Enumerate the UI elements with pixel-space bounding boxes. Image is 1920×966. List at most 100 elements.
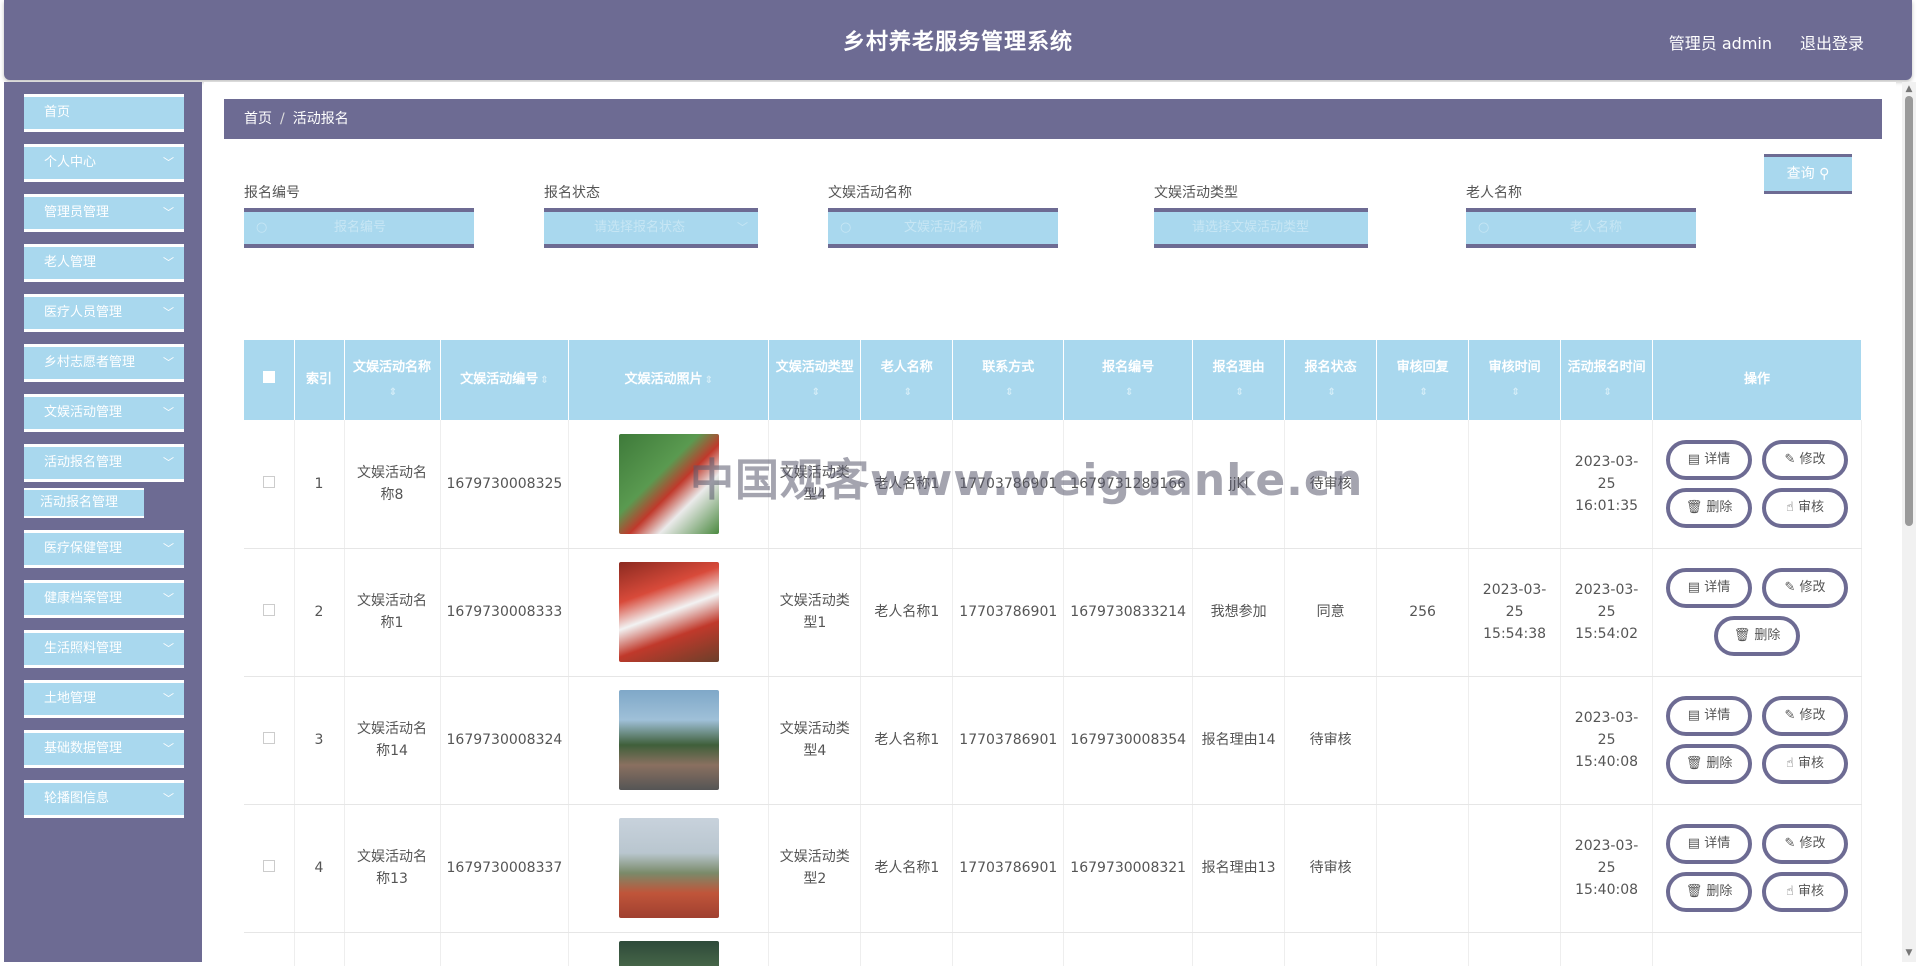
header-label: 文娱活动名称 xyxy=(352,359,431,375)
review-button[interactable]: ☝ 审核 xyxy=(1762,487,1849,528)
row-checkbox[interactable] xyxy=(262,860,275,872)
row-select[interactable] xyxy=(244,420,295,549)
activity-photo-image[interactable] xyxy=(618,940,719,966)
row-checkbox[interactable] xyxy=(262,475,275,488)
query-button-label: 查询 xyxy=(1786,166,1815,182)
sort-icon[interactable]: ⇕ xyxy=(389,387,397,398)
sort-icon[interactable]: ⇕ xyxy=(812,387,820,398)
sidebar-item-life-care[interactable]: 生活照料管理 ﹀ xyxy=(24,630,184,668)
cell-signup-time: 2023-03-25 15:54:02 xyxy=(1560,548,1654,677)
header-review-time[interactable]: 审核时间 ⇕ xyxy=(1468,340,1562,420)
edit-button[interactable]: ✎ 修改 xyxy=(1762,568,1849,608)
edit-button[interactable]: ✎ 修改 xyxy=(1762,696,1849,736)
header-review-reply[interactable]: 审核回复 ⇕ xyxy=(1376,340,1470,420)
filter-label: 文娱活动名称 xyxy=(828,185,912,201)
delete-button[interactable]: 🗑 删除 xyxy=(1666,744,1753,784)
delete-button[interactable]: 🗑 删除 xyxy=(1714,616,1801,656)
filter-signup-no: 报名编号 ○ 报名编号 xyxy=(244,182,474,248)
header-activity-type[interactable]: 文娱活动类型 ⇕ xyxy=(768,340,862,420)
elder-name-input[interactable]: ○ 老人名称 xyxy=(1466,208,1696,248)
row-select[interactable] xyxy=(244,932,295,966)
sidebar-item-admin-management[interactable]: 管理员管理 ﹀ xyxy=(24,194,184,232)
review-button[interactable]: ☝ 审核 xyxy=(1762,744,1849,784)
sort-icon[interactable]: ⇕ xyxy=(1511,387,1519,398)
sidebar-item-healthcare[interactable]: 医疗保健管理 ﹀ xyxy=(24,530,184,568)
sidebar-item-volunteer[interactable]: 乡村志愿者管理 ﹀ xyxy=(24,344,184,382)
sidebar-item-home[interactable]: 首页 xyxy=(24,94,184,132)
cell-ops xyxy=(1652,932,1862,966)
cell-review-time xyxy=(1468,932,1562,966)
sidebar-item-label: 健康档案管理 xyxy=(44,591,123,606)
header-select-all[interactable] xyxy=(244,340,295,420)
detail-button[interactable]: ▤ 详情 xyxy=(1666,824,1753,864)
header-reason[interactable]: 报名理由 ⇕ xyxy=(1192,340,1286,420)
scroll-down-arrow-icon[interactable]: ▼ xyxy=(1904,948,1914,958)
activity-photo-image[interactable] xyxy=(618,562,719,662)
cell-index: 2 xyxy=(294,548,345,677)
sidebar-item-base-data[interactable]: 基础数据管理 ﹀ xyxy=(24,730,184,768)
edit-button[interactable]: ✎ 修改 xyxy=(1762,439,1849,480)
sidebar-subitem-signup-management[interactable]: 活动报名管理 xyxy=(24,488,144,518)
sort-icon[interactable]: ⇕ xyxy=(705,375,713,386)
sort-icon[interactable]: ⇕ xyxy=(1005,387,1013,398)
sidebar-item-land[interactable]: 土地管理 ﹀ xyxy=(24,680,184,718)
header-activity-no[interactable]: 文娱活动编号 ⇕ xyxy=(440,340,570,420)
row-checkbox[interactable] xyxy=(262,732,275,744)
sidebar-item-health-records[interactable]: 健康档案管理 ﹀ xyxy=(24,580,184,618)
cell-activity-photo xyxy=(568,676,770,805)
detail-button[interactable]: ▤ 详情 xyxy=(1666,696,1753,736)
header-activity-photo[interactable]: 文娱活动照片 ⇕ xyxy=(568,340,770,420)
row-select[interactable] xyxy=(244,676,295,805)
activity-name-input[interactable]: ○ 文娱活动名称 xyxy=(828,208,1058,248)
sort-icon[interactable]: ⇕ xyxy=(1419,387,1427,398)
sort-icon[interactable]: ⇕ xyxy=(1125,387,1133,398)
table-row: 4 文娱活动名称13 1679730008337 文娱活动类型2 老人名称1 1… xyxy=(244,804,1862,933)
sort-icon[interactable]: ⇕ xyxy=(1327,387,1335,398)
sidebar-item-medical-staff[interactable]: 医疗人员管理 ﹀ xyxy=(24,294,184,332)
sidebar-item-personal-center[interactable]: 个人中心 ﹀ xyxy=(24,144,184,182)
review-button[interactable]: ☝ 审核 xyxy=(1762,872,1849,912)
signup-no-input[interactable]: ○ 报名编号 xyxy=(244,208,474,248)
breadcrumb-home[interactable]: 首页 xyxy=(244,111,272,127)
header-status[interactable]: 报名状态 ⇕ xyxy=(1284,340,1378,420)
sort-icon[interactable]: ⇕ xyxy=(904,387,912,398)
header-signup-time[interactable]: 活动报名时间 ⇕ xyxy=(1560,340,1654,420)
button-label: 删除 xyxy=(1706,756,1733,771)
row-select[interactable] xyxy=(244,804,295,933)
edit-button[interactable]: ✎ 修改 xyxy=(1762,824,1849,864)
logout-link[interactable]: 退出登录 xyxy=(1800,30,1864,54)
header-contact[interactable]: 联系方式 ⇕ xyxy=(952,340,1065,420)
sort-icon[interactable]: ⇕ xyxy=(1235,387,1243,398)
activity-photo-image[interactable] xyxy=(618,818,719,918)
query-button[interactable]: 查询 ⚲ xyxy=(1764,154,1852,194)
header-label: 文娱活动编号 xyxy=(460,371,539,387)
delete-button[interactable]: 🗑 删除 xyxy=(1666,872,1753,912)
sidebar-item-activity[interactable]: 文娱活动管理 ﹀ xyxy=(24,394,184,432)
sort-icon[interactable]: ⇕ xyxy=(540,375,548,386)
cell-elder-name: 老人名称1 xyxy=(860,548,954,677)
sidebar: 首页 个人中心 ﹀ 管理员管理 ﹀ 老人管理 ﹀ 医疗人员管理 ﹀ 乡村志愿者管理 ﹀ 文… xyxy=(4,82,202,962)
detail-button[interactable]: ▤ 详情 xyxy=(1666,568,1753,608)
sidebar-item-carousel[interactable]: 轮播图信息 ﹀ xyxy=(24,780,184,818)
cell-review-time xyxy=(1468,420,1562,549)
row-select[interactable] xyxy=(244,548,295,677)
header-activity-name[interactable]: 文娱活动名称 ⇕ xyxy=(344,340,441,420)
sort-icon[interactable]: ⇕ xyxy=(1603,387,1611,398)
header-label: 活动报名时间 xyxy=(1567,359,1646,375)
select-all-checkbox[interactable] xyxy=(262,371,275,383)
scroll-up-arrow-icon[interactable]: ▲ xyxy=(1904,84,1914,94)
activity-type-select[interactable]: 请选择文娱活动类型 xyxy=(1154,208,1368,248)
sidebar-item-signup-management[interactable]: 活动报名管理 ﹀ xyxy=(24,444,184,482)
chevron-down-icon: ﹀ xyxy=(163,206,174,219)
status-select[interactable]: 请选择报名状态 ﹀ xyxy=(544,208,758,248)
header-elder-name[interactable]: 老人名称 ⇕ xyxy=(860,340,954,420)
row-checkbox[interactable] xyxy=(262,604,275,616)
header-signup-no[interactable]: 报名编号 ⇕ xyxy=(1063,340,1194,420)
detail-button[interactable]: ▤ 详情 xyxy=(1666,439,1753,480)
sidebar-item-elder-management[interactable]: 老人管理 ﹀ xyxy=(24,244,184,282)
delete-button[interactable]: 🗑 删除 xyxy=(1666,487,1753,528)
activity-photo-image[interactable] xyxy=(618,690,719,790)
document-icon: ▤ xyxy=(1687,836,1701,851)
scrollbar-thumb[interactable] xyxy=(1905,96,1913,526)
header-label: 联系方式 xyxy=(982,359,1035,375)
